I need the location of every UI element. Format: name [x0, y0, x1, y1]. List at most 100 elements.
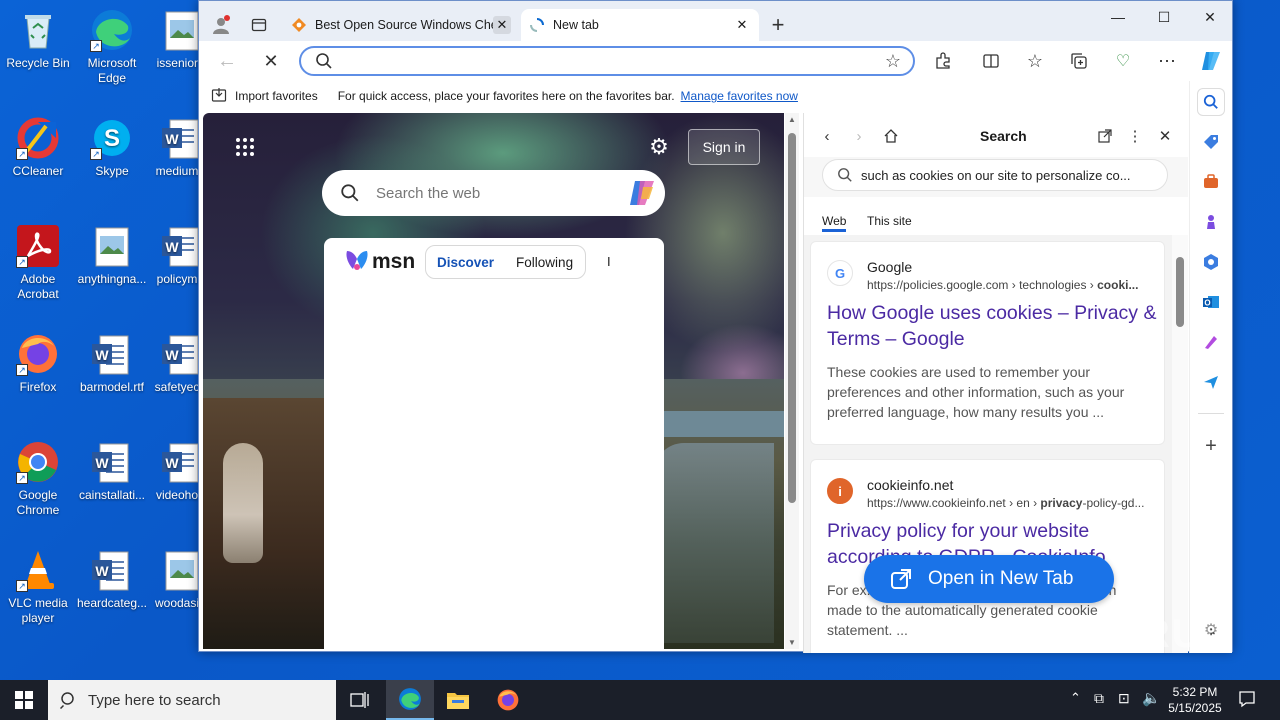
profile-icon[interactable]	[207, 11, 235, 39]
taskbar-firefox-icon[interactable]	[484, 680, 532, 720]
collections-icon[interactable]	[1065, 47, 1093, 75]
search-result-card[interactable]: G Google https://policies.google.com › t…	[810, 241, 1165, 445]
network-icon[interactable]: ⧉	[1094, 690, 1104, 707]
tab-actions-icon[interactable]	[245, 11, 273, 39]
close-pane-icon[interactable]: ✕	[1154, 125, 1176, 147]
open-in-new-tab-button[interactable]: Open in New Tab	[864, 555, 1114, 603]
open-in-new-tab-label: Open in New Tab	[928, 568, 1074, 589]
scroll-thumb[interactable]	[788, 133, 796, 503]
new-tab-button[interactable]: +	[764, 11, 792, 39]
back-button[interactable]: ←	[213, 47, 241, 75]
more-options-icon[interactable]: ⋮	[1124, 125, 1146, 147]
search-query-text: such as cookies on our site to personali…	[861, 167, 1131, 183]
desktop-icon-firefox[interactable]: ↗ Firefox	[0, 332, 76, 395]
taskbar-edge-icon[interactable]	[386, 680, 434, 720]
favorites-hint: For quick access, place your favorites h…	[337, 89, 675, 103]
minimize-button[interactable]: —	[1095, 1, 1141, 33]
desktop-icon-adobe-acrobat[interactable]: ↗ Adobe Acrobat	[0, 224, 76, 302]
back-icon[interactable]: ‹	[816, 125, 838, 147]
extensions-icon[interactable]	[929, 47, 957, 75]
address-bar[interactable]: ☆	[299, 46, 915, 76]
desktop-icon-google-chrome[interactable]: ↗ Google Chrome	[0, 440, 76, 518]
copilot-icon[interactable]	[627, 179, 657, 211]
desktop-icon-label: heardcateg...	[76, 596, 148, 610]
more-options-icon[interactable]: ⋯	[1153, 47, 1181, 75]
outlook-icon[interactable]: O	[1198, 289, 1224, 315]
tab-following[interactable]: Following	[505, 255, 584, 270]
msn-logo-text: msn	[372, 249, 416, 273]
scope-web[interactable]: Web	[822, 214, 847, 232]
drop-send-icon[interactable]	[1198, 369, 1224, 395]
games-chess-icon[interactable]	[1198, 209, 1224, 235]
search-query-field[interactable]: such as cookies on our site to personali…	[822, 159, 1168, 191]
loading-spinner-icon	[529, 17, 545, 33]
taskbar-file-explorer-icon[interactable]	[434, 680, 482, 720]
tab-close-button[interactable]: ✕	[733, 16, 751, 34]
start-button[interactable]	[0, 680, 48, 720]
manage-favorites-link[interactable]: Manage favorites now	[681, 89, 798, 103]
apps-launcher-icon[interactable]	[233, 135, 257, 159]
desktop-icon-image-file[interactable]: anythingna...	[74, 224, 150, 287]
scroll-thumb[interactable]	[1176, 257, 1184, 327]
copilot-icon[interactable]	[1197, 47, 1225, 75]
tab-close-button[interactable]: ✕	[493, 16, 511, 34]
page-settings-gear-icon[interactable]: ⚙	[647, 134, 671, 159]
task-view-icon[interactable]	[336, 680, 384, 720]
browser-essentials-icon[interactable]: ♡	[1109, 47, 1137, 75]
sign-in-button[interactable]: Sign in	[688, 129, 760, 165]
cookieinfo-favicon-icon: i	[827, 478, 853, 504]
favorites-icon[interactable]: ☆	[1021, 47, 1049, 75]
home-icon[interactable]	[880, 125, 902, 147]
tab-best-open-source[interactable]: Best Open Source Windows Chea ✕	[283, 9, 519, 41]
desktop-icon-label: Microsoft Edge	[87, 56, 137, 85]
split-screen-icon[interactable]	[977, 47, 1005, 75]
search-icon[interactable]	[1198, 89, 1224, 115]
stop-loading-button[interactable]: ✕	[257, 47, 285, 75]
desktop-icon-ccleaner[interactable]: ↗ CCleaner	[0, 116, 76, 179]
new-tab-page: ⚙ Sign in Search the web msn Discover Fo…	[203, 113, 784, 649]
search-pane-header: ‹ › Search ⋮ ✕	[804, 113, 1188, 157]
taskbar: Type here to search ⌃ ⧉ ⊡ 🔈 5:32 PM 5/15…	[0, 680, 1280, 720]
desktop-icon-microsoft-edge[interactable]: ↗ Microsoft Edge	[74, 8, 150, 86]
desktop-icon-rtf-file[interactable]: W barmodel.rtf	[74, 332, 150, 395]
feed-tabs: Discover Following	[425, 245, 586, 279]
tab-discover[interactable]: Discover	[426, 255, 505, 270]
microsoft-365-icon[interactable]	[1198, 249, 1224, 275]
desktop-icon-recycle-bin[interactable]: Recycle Bin	[0, 8, 76, 71]
desktop-icon-doc-file[interactable]: W heardcateg...	[74, 548, 150, 611]
shopping-tag-icon[interactable]	[1198, 129, 1224, 155]
volume-icon[interactable]: 🔈	[1142, 689, 1161, 707]
result-url: https://policies.google.com › technologi…	[867, 278, 1152, 292]
search-icon	[315, 52, 333, 73]
add-icon[interactable]: +	[1198, 433, 1224, 459]
ethernet-icon[interactable]: ⊡	[1118, 690, 1130, 707]
tools-briefcase-icon[interactable]	[1198, 169, 1224, 195]
scope-this-site[interactable]: This site	[867, 214, 912, 228]
search-sidebar-pane: ‹ › Search ⋮ ✕ such as cookies on our si…	[803, 113, 1188, 653]
desktop-icon-vlc[interactable]: ↗ VLC media player	[0, 548, 76, 626]
notifications-icon[interactable]	[1238, 690, 1256, 711]
page-scrollbar[interactable]: ▲ ▼	[785, 113, 799, 649]
taskbar-search-box[interactable]: Type here to search	[48, 680, 336, 720]
web-search-box[interactable]: Search the web	[322, 170, 665, 216]
favorite-star-icon[interactable]: ☆	[885, 51, 901, 72]
import-favorites-button[interactable]: Import favorites	[235, 89, 318, 103]
results-scrollbar[interactable]	[1172, 235, 1188, 653]
designer-icon[interactable]	[1198, 329, 1224, 355]
address-input[interactable]	[341, 51, 841, 71]
result-title-link[interactable]: How Google uses cookies – Privacy & Term…	[827, 300, 1157, 352]
background-cliff	[203, 398, 328, 649]
svg-text:O: O	[1204, 299, 1210, 308]
maximize-button[interactable]: ☐	[1141, 1, 1187, 33]
open-external-icon[interactable]	[1094, 125, 1116, 147]
tab-more[interactable]: I	[607, 254, 611, 269]
desktop-icon-skype[interactable]: S ↗ Skype	[74, 116, 150, 179]
scroll-up-arrow-icon[interactable]: ▲	[788, 115, 796, 124]
scroll-down-arrow-icon[interactable]: ▼	[788, 638, 796, 647]
desktop-icon-doc-file[interactable]: W cainstallati...	[74, 440, 150, 503]
forward-icon[interactable]: ›	[848, 125, 870, 147]
system-clock[interactable]: 5:32 PM 5/15/2025	[1166, 684, 1224, 716]
show-hidden-icons-chevron-icon[interactable]: ⌃	[1070, 690, 1081, 706]
tab-new-tab[interactable]: New tab ✕	[521, 9, 759, 41]
close-window-button[interactable]: ✕	[1187, 1, 1233, 33]
